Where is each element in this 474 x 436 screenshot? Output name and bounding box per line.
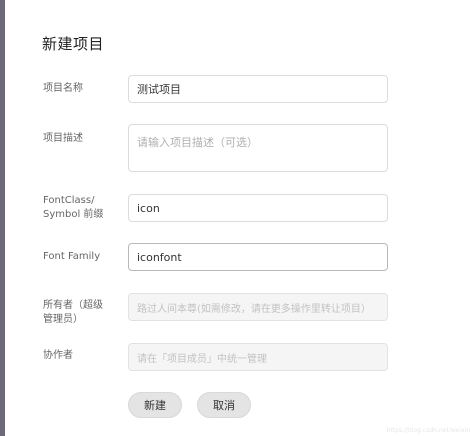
- owner-input: 路过人间本尊(如需修改，请在更多操作里转让项目）: [128, 293, 388, 321]
- font-class-label-line2: Symbol 前缀: [43, 209, 104, 220]
- project-description-textarea[interactable]: 请输入项目描述（可选）: [128, 124, 388, 172]
- window-left-border: [0, 0, 5, 436]
- project-name-input[interactable]: 测试项目: [128, 75, 388, 103]
- font-class-label: FontClass/ Symbol 前缀: [43, 194, 103, 222]
- owner-label: 所有者（超级 管理员）: [43, 299, 103, 327]
- project-description-label: 项目描述: [43, 133, 83, 144]
- page-title: 新建项目: [42, 35, 105, 53]
- create-button[interactable]: 新建: [128, 392, 182, 418]
- watermark: https://blog.csdn.net/weixin: [386, 427, 470, 434]
- font-class-input[interactable]: icon: [128, 194, 388, 222]
- font-class-label-line1: FontClass/: [43, 195, 95, 206]
- owner-label-line1: 所有者（超级: [43, 300, 103, 311]
- font-family-input[interactable]: iconfont: [128, 243, 388, 271]
- collaborators-label: 协作者: [43, 350, 73, 361]
- owner-label-line2: 管理员）: [43, 314, 83, 325]
- collaborators-input: 请在「项目成员」中统一管理: [128, 343, 388, 371]
- font-family-label: Font Family: [43, 251, 101, 262]
- cancel-button[interactable]: 取消: [197, 392, 251, 418]
- project-name-label: 项目名称: [43, 83, 83, 94]
